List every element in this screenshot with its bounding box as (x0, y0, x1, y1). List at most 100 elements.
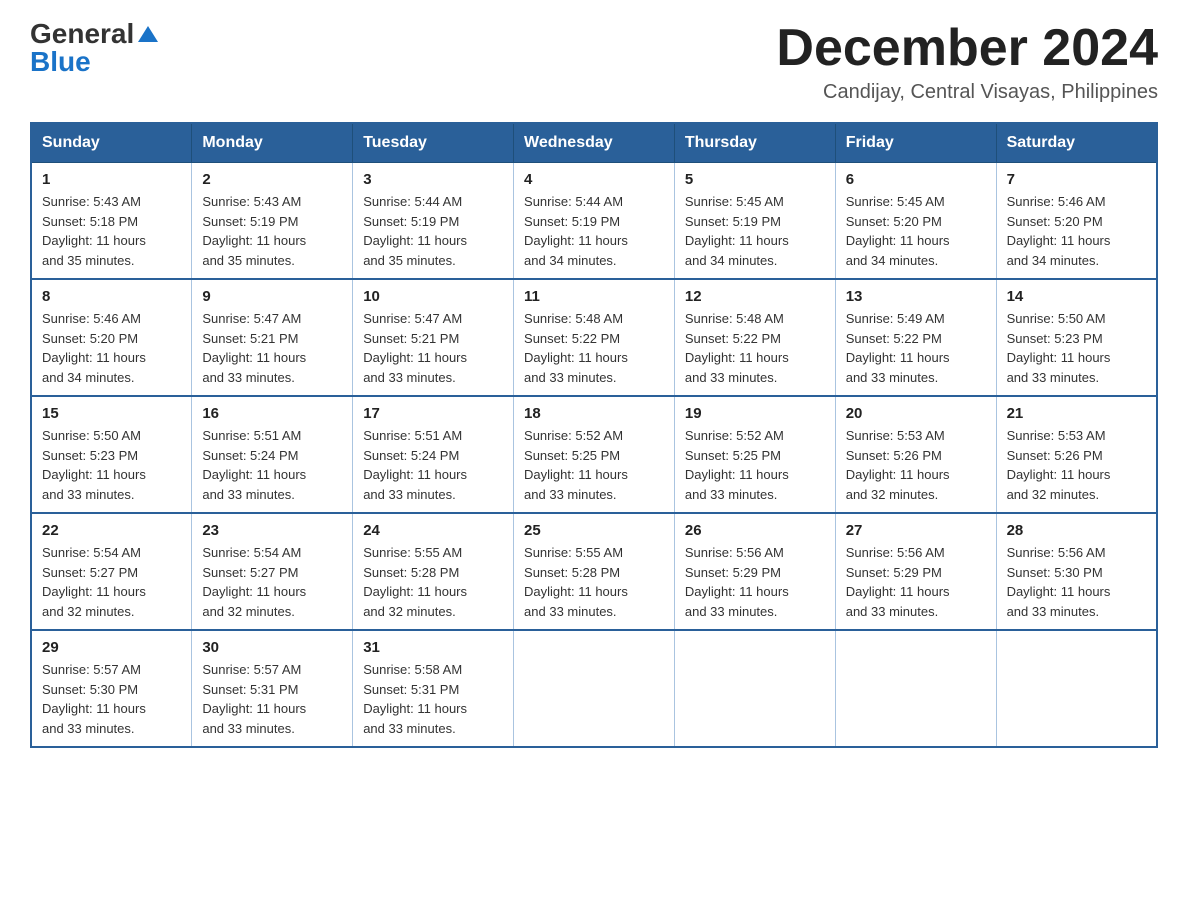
table-row: 8 Sunrise: 5:46 AMSunset: 5:20 PMDayligh… (31, 279, 192, 396)
table-row: 6 Sunrise: 5:45 AMSunset: 5:20 PMDayligh… (835, 163, 996, 280)
day-number: 3 (363, 171, 503, 188)
day-number: 12 (685, 288, 825, 305)
day-info: Sunrise: 5:44 AMSunset: 5:19 PMDaylight:… (363, 194, 467, 268)
table-row: 12 Sunrise: 5:48 AMSunset: 5:22 PMDaylig… (674, 279, 835, 396)
day-number: 30 (202, 639, 342, 656)
logo-triangle-icon (138, 26, 158, 42)
day-number: 29 (42, 639, 181, 656)
day-number: 11 (524, 288, 664, 305)
day-number: 24 (363, 522, 503, 539)
col-wednesday: Wednesday (514, 123, 675, 163)
day-info: Sunrise: 5:56 AMSunset: 5:30 PMDaylight:… (1007, 545, 1111, 619)
col-friday: Friday (835, 123, 996, 163)
calendar-week-5: 29 Sunrise: 5:57 AMSunset: 5:30 PMDaylig… (31, 630, 1157, 747)
day-info: Sunrise: 5:46 AMSunset: 5:20 PMDaylight:… (1007, 194, 1111, 268)
day-number: 17 (363, 405, 503, 422)
day-info: Sunrise: 5:52 AMSunset: 5:25 PMDaylight:… (524, 428, 628, 502)
page-header: General Blue December 2024 Candijay, Cen… (30, 20, 1158, 104)
table-row: 13 Sunrise: 5:49 AMSunset: 5:22 PMDaylig… (835, 279, 996, 396)
table-row: 20 Sunrise: 5:53 AMSunset: 5:26 PMDaylig… (835, 396, 996, 513)
day-info: Sunrise: 5:56 AMSunset: 5:29 PMDaylight:… (846, 545, 950, 619)
day-info: Sunrise: 5:47 AMSunset: 5:21 PMDaylight:… (202, 311, 306, 385)
table-row: 17 Sunrise: 5:51 AMSunset: 5:24 PMDaylig… (353, 396, 514, 513)
day-number: 27 (846, 522, 986, 539)
day-info: Sunrise: 5:54 AMSunset: 5:27 PMDaylight:… (202, 545, 306, 619)
day-info: Sunrise: 5:48 AMSunset: 5:22 PMDaylight:… (685, 311, 789, 385)
day-info: Sunrise: 5:46 AMSunset: 5:20 PMDaylight:… (42, 311, 146, 385)
day-info: Sunrise: 5:53 AMSunset: 5:26 PMDaylight:… (1007, 428, 1111, 502)
calendar-week-3: 15 Sunrise: 5:50 AMSunset: 5:23 PMDaylig… (31, 396, 1157, 513)
table-row: 11 Sunrise: 5:48 AMSunset: 5:22 PMDaylig… (514, 279, 675, 396)
day-info: Sunrise: 5:48 AMSunset: 5:22 PMDaylight:… (524, 311, 628, 385)
day-info: Sunrise: 5:45 AMSunset: 5:20 PMDaylight:… (846, 194, 950, 268)
day-info: Sunrise: 5:55 AMSunset: 5:28 PMDaylight:… (363, 545, 467, 619)
day-info: Sunrise: 5:55 AMSunset: 5:28 PMDaylight:… (524, 545, 628, 619)
day-info: Sunrise: 5:45 AMSunset: 5:19 PMDaylight:… (685, 194, 789, 268)
table-row: 10 Sunrise: 5:47 AMSunset: 5:21 PMDaylig… (353, 279, 514, 396)
col-monday: Monday (192, 123, 353, 163)
logo-blue-text: Blue (30, 48, 91, 76)
day-number: 20 (846, 405, 986, 422)
day-number: 16 (202, 405, 342, 422)
table-row: 26 Sunrise: 5:56 AMSunset: 5:29 PMDaylig… (674, 513, 835, 630)
day-number: 18 (524, 405, 664, 422)
day-number: 7 (1007, 171, 1146, 188)
day-number: 10 (363, 288, 503, 305)
day-number: 2 (202, 171, 342, 188)
day-info: Sunrise: 5:51 AMSunset: 5:24 PMDaylight:… (363, 428, 467, 502)
table-row: 7 Sunrise: 5:46 AMSunset: 5:20 PMDayligh… (996, 163, 1157, 280)
table-row: 16 Sunrise: 5:51 AMSunset: 5:24 PMDaylig… (192, 396, 353, 513)
location-subtitle: Candijay, Central Visayas, Philippines (776, 81, 1158, 104)
day-number: 23 (202, 522, 342, 539)
day-info: Sunrise: 5:49 AMSunset: 5:22 PMDaylight:… (846, 311, 950, 385)
table-row: 2 Sunrise: 5:43 AMSunset: 5:19 PMDayligh… (192, 163, 353, 280)
table-row: 31 Sunrise: 5:58 AMSunset: 5:31 PMDaylig… (353, 630, 514, 747)
day-number: 1 (42, 171, 181, 188)
table-row (674, 630, 835, 747)
day-info: Sunrise: 5:50 AMSunset: 5:23 PMDaylight:… (1007, 311, 1111, 385)
table-row (514, 630, 675, 747)
table-row (835, 630, 996, 747)
table-row (996, 630, 1157, 747)
day-info: Sunrise: 5:54 AMSunset: 5:27 PMDaylight:… (42, 545, 146, 619)
table-row: 30 Sunrise: 5:57 AMSunset: 5:31 PMDaylig… (192, 630, 353, 747)
table-row: 21 Sunrise: 5:53 AMSunset: 5:26 PMDaylig… (996, 396, 1157, 513)
day-number: 6 (846, 171, 986, 188)
table-row: 28 Sunrise: 5:56 AMSunset: 5:30 PMDaylig… (996, 513, 1157, 630)
table-row: 9 Sunrise: 5:47 AMSunset: 5:21 PMDayligh… (192, 279, 353, 396)
day-info: Sunrise: 5:44 AMSunset: 5:19 PMDaylight:… (524, 194, 628, 268)
day-number: 9 (202, 288, 342, 305)
day-number: 25 (524, 522, 664, 539)
day-info: Sunrise: 5:51 AMSunset: 5:24 PMDaylight:… (202, 428, 306, 502)
calendar-week-4: 22 Sunrise: 5:54 AMSunset: 5:27 PMDaylig… (31, 513, 1157, 630)
day-info: Sunrise: 5:56 AMSunset: 5:29 PMDaylight:… (685, 545, 789, 619)
day-info: Sunrise: 5:57 AMSunset: 5:30 PMDaylight:… (42, 662, 146, 736)
day-info: Sunrise: 5:43 AMSunset: 5:18 PMDaylight:… (42, 194, 146, 268)
table-row: 4 Sunrise: 5:44 AMSunset: 5:19 PMDayligh… (514, 163, 675, 280)
day-number: 15 (42, 405, 181, 422)
table-row: 22 Sunrise: 5:54 AMSunset: 5:27 PMDaylig… (31, 513, 192, 630)
day-number: 22 (42, 522, 181, 539)
table-row: 27 Sunrise: 5:56 AMSunset: 5:29 PMDaylig… (835, 513, 996, 630)
day-info: Sunrise: 5:57 AMSunset: 5:31 PMDaylight:… (202, 662, 306, 736)
day-number: 21 (1007, 405, 1146, 422)
day-number: 26 (685, 522, 825, 539)
day-number: 14 (1007, 288, 1146, 305)
calendar-week-2: 8 Sunrise: 5:46 AMSunset: 5:20 PMDayligh… (31, 279, 1157, 396)
day-info: Sunrise: 5:52 AMSunset: 5:25 PMDaylight:… (685, 428, 789, 502)
table-row: 19 Sunrise: 5:52 AMSunset: 5:25 PMDaylig… (674, 396, 835, 513)
logo: General Blue (30, 20, 158, 76)
day-info: Sunrise: 5:47 AMSunset: 5:21 PMDaylight:… (363, 311, 467, 385)
table-row: 1 Sunrise: 5:43 AMSunset: 5:18 PMDayligh… (31, 163, 192, 280)
logo-general-text: General (30, 20, 134, 48)
calendar-header-row: Sunday Monday Tuesday Wednesday Thursday… (31, 123, 1157, 163)
table-row: 25 Sunrise: 5:55 AMSunset: 5:28 PMDaylig… (514, 513, 675, 630)
table-row: 3 Sunrise: 5:44 AMSunset: 5:19 PMDayligh… (353, 163, 514, 280)
table-row: 18 Sunrise: 5:52 AMSunset: 5:25 PMDaylig… (514, 396, 675, 513)
day-info: Sunrise: 5:58 AMSunset: 5:31 PMDaylight:… (363, 662, 467, 736)
day-number: 19 (685, 405, 825, 422)
calendar-week-1: 1 Sunrise: 5:43 AMSunset: 5:18 PMDayligh… (31, 163, 1157, 280)
day-number: 13 (846, 288, 986, 305)
table-row: 14 Sunrise: 5:50 AMSunset: 5:23 PMDaylig… (996, 279, 1157, 396)
day-info: Sunrise: 5:53 AMSunset: 5:26 PMDaylight:… (846, 428, 950, 502)
